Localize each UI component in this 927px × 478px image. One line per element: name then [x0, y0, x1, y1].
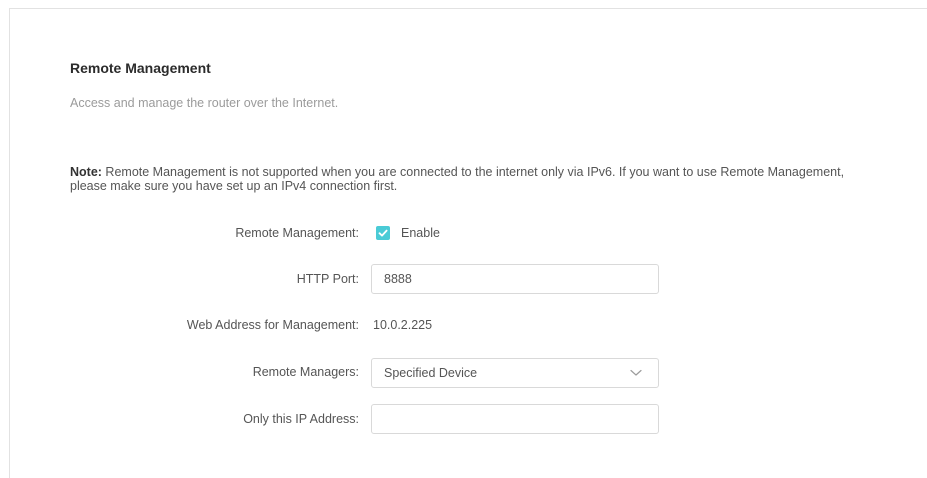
note-text: Note: Remote Management is not supported… [70, 165, 860, 193]
remote-managers-label: Remote Managers: [252, 365, 359, 379]
section-title: Remote Management [70, 60, 211, 76]
chevron-down-icon [624, 369, 648, 377]
note-label: Note: [70, 165, 102, 179]
http-port-input[interactable] [371, 264, 659, 294]
section-subtitle: Access and manage the router over the In… [70, 96, 339, 110]
web-address-label: Web Address for Management: [186, 318, 359, 332]
only-ip-input[interactable] [371, 404, 659, 434]
remote-managers-selected-value: Specified Device [384, 366, 478, 380]
remote-management-enable-checkbox[interactable] [376, 226, 390, 240]
note-body: Remote Management is not supported when … [70, 165, 845, 193]
web-address-value: 10.0.2.225 [373, 318, 433, 332]
only-ip-label: Only this IP Address: [243, 412, 359, 426]
http-port-label: HTTP Port: [296, 272, 359, 286]
check-icon [378, 229, 388, 237]
remote-management-label: Remote Management: [235, 226, 359, 240]
enable-label[interactable]: Enable [401, 226, 440, 240]
remote-managers-select[interactable]: Specified Device [371, 358, 659, 388]
